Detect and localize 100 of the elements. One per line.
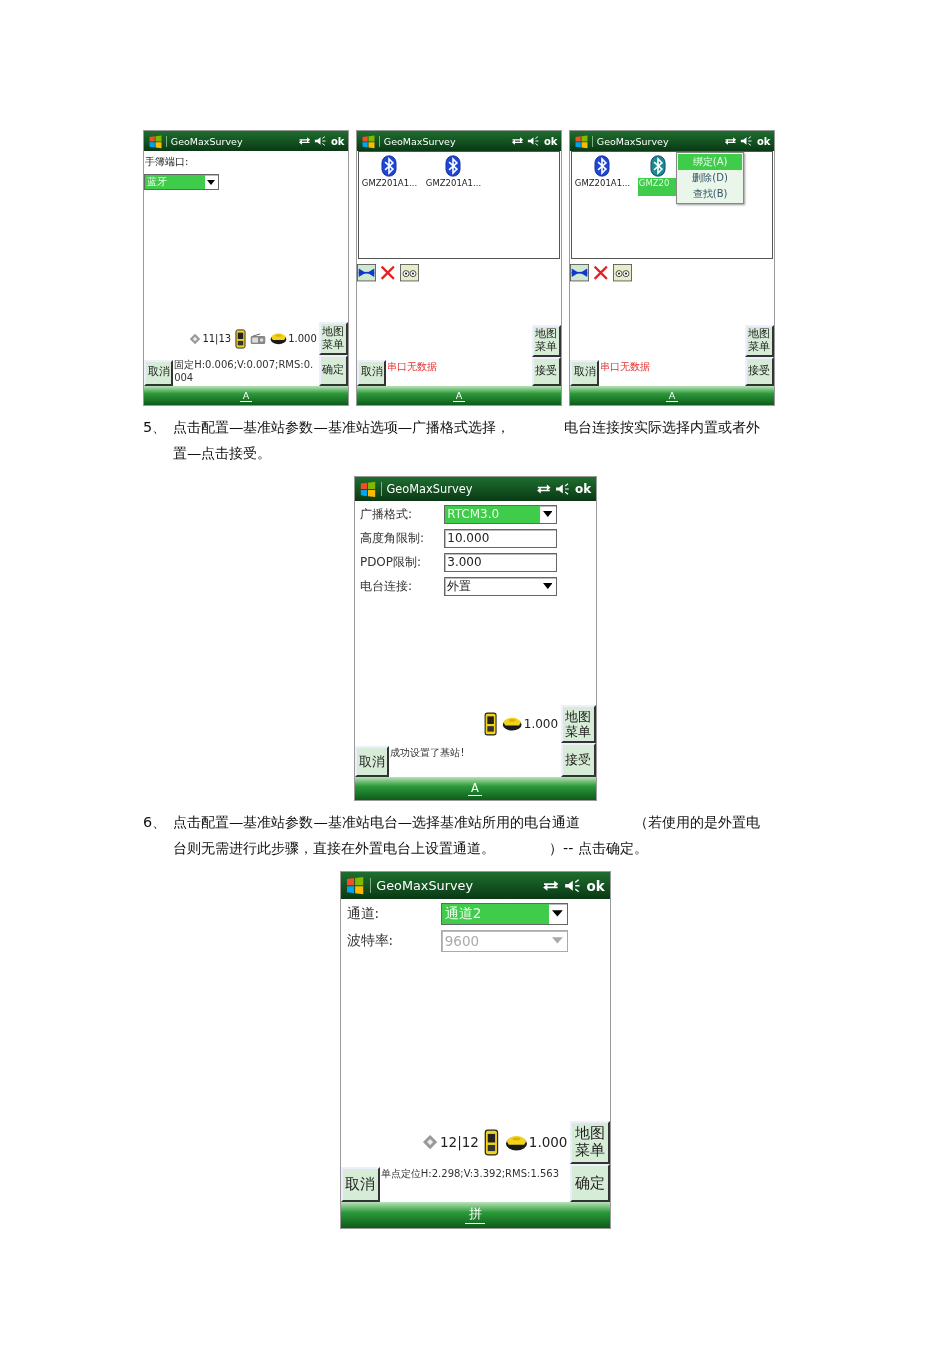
dropdown-arrow-icon[interactable] <box>207 179 215 185</box>
app-title: GeoMaxSurvey <box>166 135 295 147</box>
menu-item[interactable]: 删除(D) <box>678 170 743 186</box>
input-mode-button[interactable]: A <box>467 781 483 797</box>
gnss-receiver-icon <box>270 332 288 346</box>
speaker-icon[interactable] <box>555 483 571 495</box>
sync-arrows-icon[interactable] <box>510 136 524 146</box>
cancel-button[interactable]: 取消 <box>570 359 600 386</box>
radio-icon <box>250 332 267 345</box>
cancel-button[interactable]: 取消 <box>340 1166 380 1203</box>
cancel-button[interactable]: 取消 <box>144 359 174 386</box>
field-label: 电台连接: <box>359 577 413 595</box>
step-text: 电台连接按实际选择内置或者外 <box>564 418 761 437</box>
speaker-icon[interactable] <box>314 136 328 146</box>
input-field[interactable]: 3.000 <box>443 552 557 572</box>
field-label: 波特率: <box>346 931 395 950</box>
step-text: （若使用的是外置电 <box>634 813 761 832</box>
delete-icon[interactable] <box>379 264 397 282</box>
speaker-icon[interactable] <box>564 878 582 893</box>
app-title: GeoMaxSurvey <box>592 135 721 147</box>
map-menu-button[interactable]: 地图菜单 <box>744 324 774 358</box>
step-text: ）-- 点击确定。 <box>549 839 648 858</box>
input-field[interactable]: 10.000 <box>443 528 557 548</box>
dropdown-arrow-icon[interactable] <box>542 511 553 518</box>
field-label: 广播格式: <box>359 505 413 523</box>
dropdown-arrow-icon[interactable] <box>552 910 563 918</box>
status-message: 串口无数据 <box>599 360 652 375</box>
status-message: 单点定位H:2.298;V:3.392;RMS:1.563 <box>379 1166 561 1181</box>
connect-icon[interactable] <box>570 264 589 282</box>
confirm-button[interactable]: 接受 <box>560 742 596 778</box>
field-label: PDOP限制: <box>359 553 423 571</box>
field-label: 通道: <box>346 904 381 923</box>
status-message: 固定H:0.006;V:0.007;RMS:0.004 <box>173 358 315 385</box>
ok-button[interactable]: ok <box>756 135 771 147</box>
binoculars-icon[interactable] <box>399 264 419 282</box>
input-mode-button[interactable]: A <box>239 389 253 402</box>
status-message: 成功设置了基站! <box>389 745 466 760</box>
status-reading: 1.000 <box>288 333 317 345</box>
gnss-receiver-icon <box>504 1133 528 1152</box>
confirm-button[interactable]: 接受 <box>744 357 774 386</box>
confirm-button[interactable]: 确定 <box>570 1163 610 1203</box>
dropdown[interactable]: 外置 <box>443 576 557 596</box>
status-reading: 1.000 <box>528 1134 568 1151</box>
sync-arrows-icon[interactable] <box>542 878 560 893</box>
bluetooth-icon[interactable] <box>649 155 666 177</box>
status-message: 串口无数据 <box>386 360 439 375</box>
speaker-icon[interactable] <box>740 136 754 146</box>
connect-icon[interactable] <box>357 264 376 282</box>
sync-arrows-icon[interactable] <box>297 136 311 146</box>
sync-arrows-icon[interactable] <box>535 483 552 495</box>
sync-arrows-icon[interactable] <box>723 136 737 146</box>
map-menu-button[interactable]: 地图菜单 <box>570 1121 610 1164</box>
windows-logo-icon <box>573 133 589 149</box>
bluetooth-icon[interactable] <box>594 155 611 177</box>
map-menu-button[interactable]: 地图菜单 <box>560 704 596 743</box>
ok-button[interactable]: ok <box>330 135 345 147</box>
windows-logo-icon <box>360 133 376 149</box>
input-mode-button[interactable]: A <box>452 389 466 402</box>
delete-icon[interactable] <box>592 264 610 282</box>
bluetooth-icon[interactable] <box>445 155 462 177</box>
ok-button[interactable]: ok <box>586 877 605 894</box>
status-reading: 12|12 <box>440 1134 479 1151</box>
app-title: GeoMaxSurvey <box>379 135 508 147</box>
ok-button[interactable]: ok <box>543 135 558 147</box>
status-reading: 1.000 <box>523 716 559 731</box>
field-label: 高度角限制: <box>359 529 425 547</box>
map-menu-button[interactable]: 地图菜单 <box>318 322 348 355</box>
cancel-button[interactable]: 取消 <box>357 359 387 386</box>
step-number: 5、 <box>143 418 168 437</box>
bluetooth-icon[interactable] <box>381 155 398 177</box>
controller-icon <box>484 1128 500 1156</box>
map-menu-button[interactable]: 地图菜单 <box>531 324 561 358</box>
app-title: GeoMaxSurvey <box>380 482 532 496</box>
cancel-button[interactable]: 取消 <box>354 745 390 778</box>
step-text: 点击配置—基准站参数—基准站电台—选择基准站所用的电台通道 <box>173 813 581 832</box>
windows-logo-icon <box>147 133 163 149</box>
windows-logo-icon <box>358 480 377 498</box>
field-label: 手簿端口: <box>144 154 190 169</box>
ok-button[interactable]: ok <box>575 482 592 496</box>
controller-icon <box>484 711 498 736</box>
satellite-icon <box>189 332 202 345</box>
confirm-button[interactable]: 确定 <box>318 355 348 386</box>
step-text: 点击配置—基准站参数—基准站选项—广播格式选择， <box>173 418 511 437</box>
gnss-receiver-icon <box>502 715 523 732</box>
device-name[interactable]: GMZ201A1... <box>361 178 418 188</box>
windows-logo-icon <box>345 875 366 896</box>
step-text: 置—点击接受。 <box>173 444 272 463</box>
device-name[interactable]: GMZ201A1... <box>574 178 631 188</box>
step-text: 台则无需进行此步骤，直接在外置电台上设置通道。 <box>173 839 495 858</box>
satellite-icon <box>422 1134 439 1151</box>
device-name[interactable]: GMZ201A1... <box>425 178 482 188</box>
binoculars-icon[interactable] <box>612 264 632 282</box>
menu-item[interactable]: 查找(B) <box>678 186 743 202</box>
input-mode-button[interactable]: A <box>665 389 679 402</box>
app-title: GeoMaxSurvey <box>370 878 538 893</box>
confirm-button[interactable]: 接受 <box>531 357 561 386</box>
speaker-icon[interactable] <box>527 136 541 146</box>
dropdown-arrow-icon[interactable] <box>542 583 553 590</box>
status-reading: 11|13 <box>202 333 232 345</box>
step-number: 6、 <box>143 813 168 832</box>
